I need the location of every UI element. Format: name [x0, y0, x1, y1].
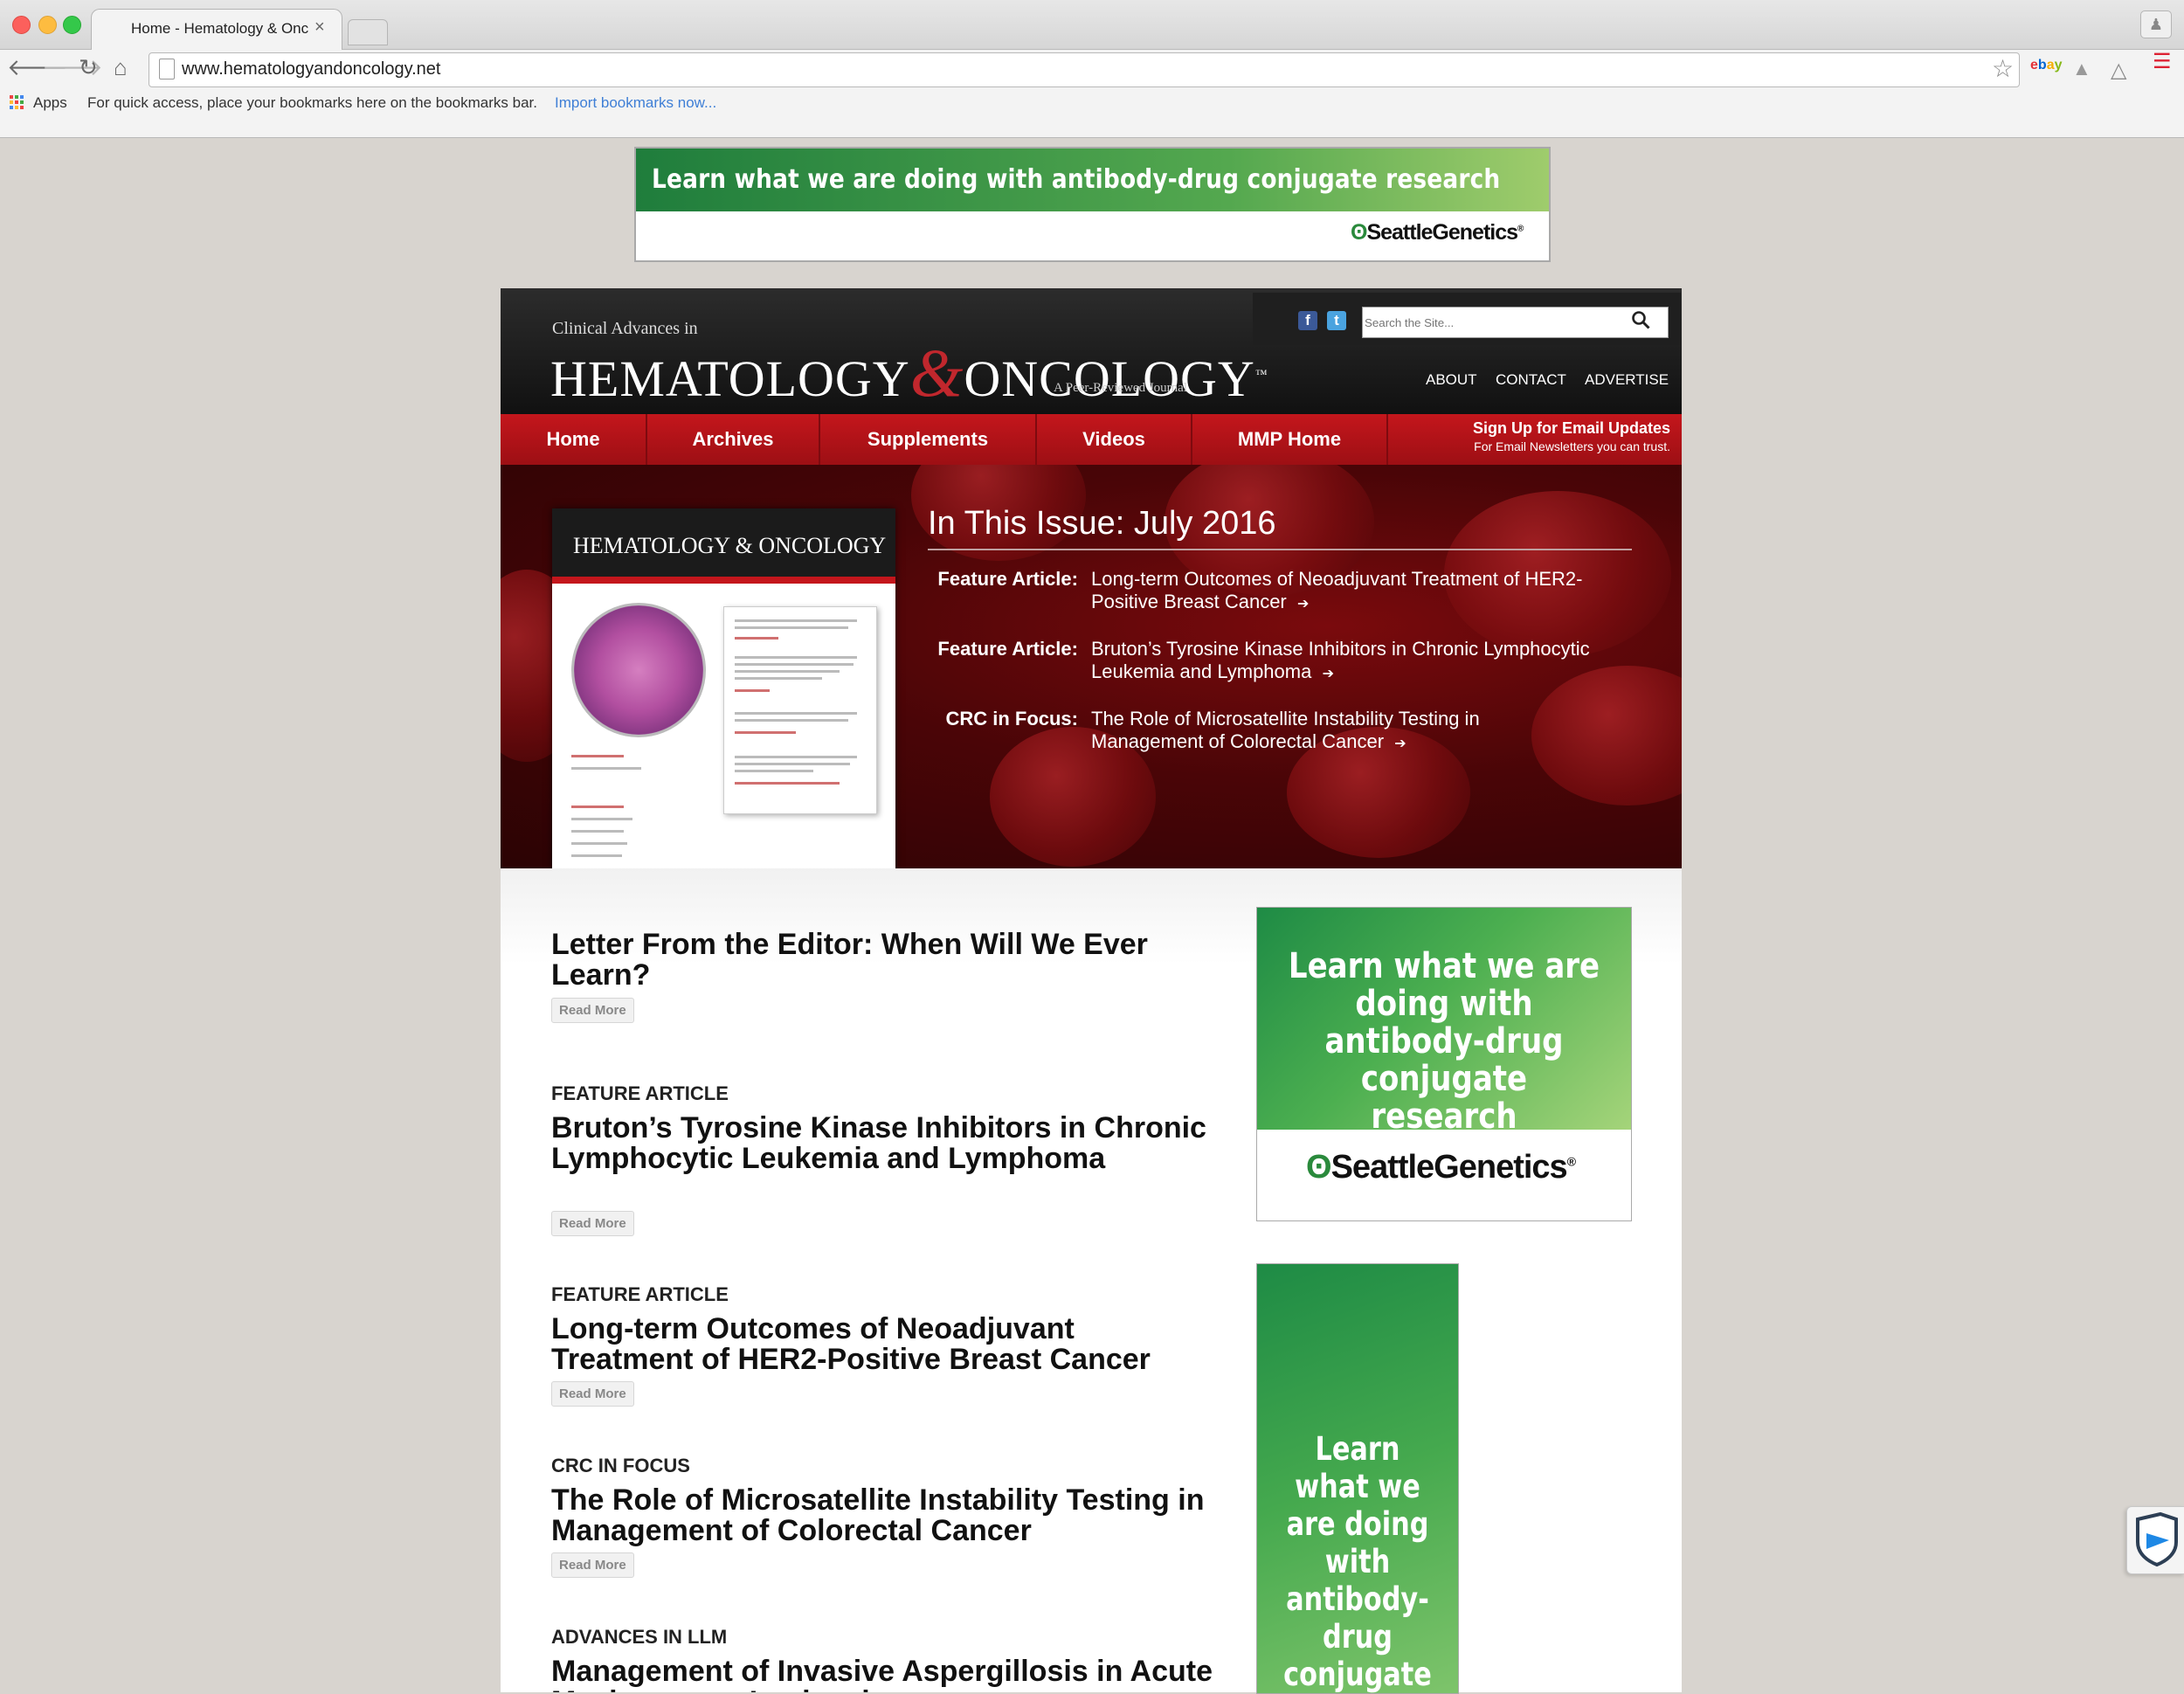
cover-section-label: [571, 806, 624, 808]
nav-divider: [1386, 414, 1388, 465]
sidebar-ad-headline: Learn what we are doing with antibody-dr…: [1288, 946, 1600, 1137]
nav-supplements[interactable]: Supplements: [820, 414, 1035, 465]
article-headline[interactable]: The Role of Microsatellite Instability T…: [551, 1485, 1215, 1546]
cover-micrograph: [571, 603, 706, 737]
seattle-genetics-logo: ʘSeattleGenetics®: [1351, 220, 1524, 245]
advertise-link[interactable]: ADVERTISE: [1585, 371, 1669, 389]
feature-title: Long-term Outcomes of Neoadjuvant Treatm…: [1091, 568, 1583, 612]
cover-title: HEMATOLOGY & ONCOLOGY: [573, 533, 887, 558]
ad-brand: SeattleGenetics: [1366, 220, 1518, 245]
read-more-button[interactable]: Read More: [551, 998, 634, 1023]
profile-icon[interactable]: ♟: [2140, 10, 2172, 38]
contact-link[interactable]: CONTACT: [1496, 371, 1566, 389]
signup-subtitle: For Email Newsletters you can trust.: [1474, 439, 1670, 453]
nav-home[interactable]: Home: [501, 414, 646, 465]
site-search-input[interactable]: [1362, 307, 1669, 338]
arrow-right-icon: ➔: [1322, 667, 1334, 681]
menu-icon[interactable]: ☰: [2153, 52, 2172, 73]
apps-grid-icon[interactable]: [9, 94, 26, 112]
page-icon: [159, 59, 175, 80]
read-more-button[interactable]: Read More: [551, 1211, 634, 1236]
tab-close-icon[interactable]: ×: [314, 17, 325, 38]
article-kicker: ADVANCES IN LLM: [551, 1626, 728, 1648]
site-logo[interactable]: HEMATOLOGY&ONCOLOGY™: [550, 334, 1268, 412]
feature-title: Bruton’s Tyrosine Kinase Inhibitors in C…: [1091, 638, 1590, 682]
cover-contents-card: [723, 606, 877, 814]
brand-word-hematology: HEMATOLOGY: [550, 350, 910, 407]
drive-extension-icon[interactable]: △: [2111, 58, 2126, 83]
feature-link[interactable]: Bruton’s Tyrosine Kinase Inhibitors in C…: [1091, 638, 1615, 686]
cover-editor-name: [571, 767, 641, 770]
brand-tagline: A Peer-Reviewed Journal: [1054, 381, 1187, 395]
blood-cell-graphic: [1531, 666, 1682, 806]
seattle-genetics-logo: ʘSeattleGenetics®: [1306, 1149, 1576, 1186]
shield-icon: [2136, 1511, 2178, 1567]
bookmarks-hint: For quick access, place your bookmarks h…: [87, 94, 537, 111]
twitter-icon[interactable]: t: [1327, 311, 1346, 330]
about-link[interactable]: ABOUT: [1426, 371, 1477, 389]
read-more-button[interactable]: Read More: [551, 1381, 634, 1407]
brand-ampersand: &: [909, 335, 964, 411]
article-kicker: CRC IN FOCUS: [551, 1455, 690, 1476]
issue-cover-image[interactable]: HEMATOLOGY & ONCOLOGY: [552, 508, 895, 868]
import-bookmarks-link[interactable]: Import bookmarks now...: [555, 94, 716, 112]
read-more-button[interactable]: Read More: [551, 1552, 634, 1578]
maximize-window-button[interactable]: [63, 16, 81, 34]
cover-editor-label: [571, 755, 624, 757]
facebook-icon[interactable]: f: [1298, 311, 1317, 330]
feature-title: The Role of Microsatellite Instability T…: [1091, 708, 1480, 752]
ad-banner-headline: Learn what we are doing with antibody-dr…: [652, 164, 1501, 195]
email-signup-link[interactable]: Sign Up for Email Updates For Email News…: [1389, 419, 1670, 453]
signup-title: Sign Up for Email Updates: [1472, 419, 1670, 437]
extension-icon[interactable]: ▲: [2072, 58, 2091, 80]
sidebar-ad-brand: SeattleGenetics: [1330, 1149, 1568, 1186]
close-window-button[interactable]: [12, 16, 31, 34]
search-icon[interactable]: [1630, 309, 1651, 330]
url-text[interactable]: www.hematologyandoncology.net: [182, 59, 440, 80]
issue-title: In This Issue: July 2016: [928, 505, 1276, 542]
arrow-right-icon: ➔: [1297, 597, 1310, 612]
article-headline[interactable]: Bruton’s Tyrosine Kinase Inhibitors in C…: [551, 1113, 1215, 1174]
feature-label: Feature Article:: [937, 638, 1078, 660]
nav-mmp-home[interactable]: MMP Home: [1192, 414, 1386, 465]
article-kicker: FEATURE ARTICLE: [551, 1283, 729, 1305]
top-banner-ad[interactable]: Learn what we are doing with antibody-dr…: [634, 147, 1551, 262]
ebay-extension-icon[interactable]: ebay: [2030, 58, 2063, 73]
browser-tab-title: Home - Hematology & Onc: [131, 20, 309, 37]
feature-label: CRC in Focus:: [945, 708, 1078, 729]
article-headline[interactable]: Management of Invasive Aspergillosis in …: [551, 1656, 1215, 1692]
new-tab-button[interactable]: [348, 19, 388, 45]
sidebar-ad[interactable]: Learn what we are doing with antibody-dr…: [1256, 907, 1632, 1221]
security-widget[interactable]: [2126, 1506, 2184, 1574]
minimize-window-button[interactable]: [38, 16, 57, 34]
home-icon[interactable]: ⌂: [114, 54, 128, 81]
issue-divider: [928, 549, 1632, 550]
skyscraper-ad-headline: Learn what we are doing with antibody-dr…: [1283, 1430, 1432, 1693]
cover-red-stripe: [552, 577, 895, 584]
article-headline[interactable]: Letter From the Editor: When Will We Eve…: [551, 930, 1215, 991]
reload-icon[interactable]: ↻: [79, 54, 98, 81]
bookmark-star-icon[interactable]: ☆: [1992, 54, 2014, 83]
nav-videos[interactable]: Videos: [1037, 414, 1191, 465]
article-headline[interactable]: Long-term Outcomes of Neoadjuvant Treatm…: [551, 1314, 1198, 1375]
feature-link[interactable]: The Role of Microsatellite Instability T…: [1091, 708, 1545, 756]
brand-trademark: ™: [1254, 368, 1268, 382]
skyscraper-ad[interactable]: Learn what we are doing with antibody-dr…: [1256, 1263, 1459, 1694]
article-kicker: FEATURE ARTICLE: [551, 1082, 729, 1104]
feature-label: Feature Article:: [937, 568, 1078, 590]
bookmark-apps[interactable]: Apps: [33, 94, 67, 112]
brand-word-oncology: ONCOLOGY: [964, 350, 1255, 407]
feature-link[interactable]: Long-term Outcomes of Neoadjuvant Treatm…: [1091, 568, 1615, 616]
nav-archives[interactable]: Archives: [647, 414, 819, 465]
arrow-right-icon: ➔: [1394, 736, 1406, 751]
